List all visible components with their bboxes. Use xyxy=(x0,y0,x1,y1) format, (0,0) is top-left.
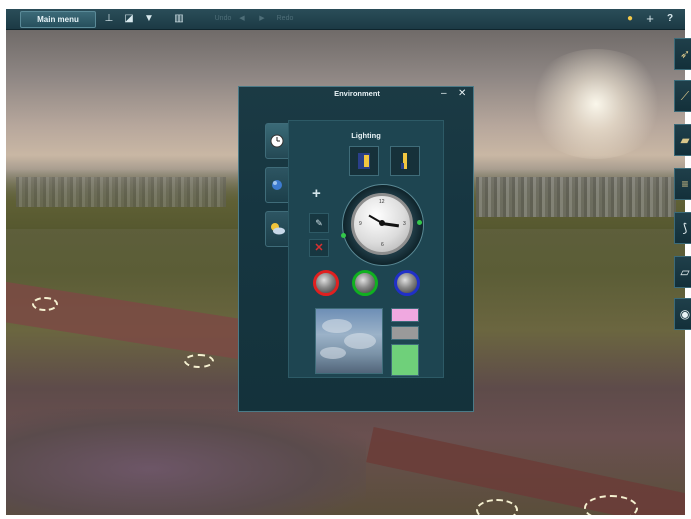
edit-keyframe-button[interactable]: ✎ xyxy=(309,213,329,233)
heather-field xyxy=(6,409,366,515)
weather-icon xyxy=(272,180,282,190)
tab-weather[interactable] xyxy=(265,167,289,203)
chat-icon[interactable]: ● xyxy=(623,12,637,26)
track-marker[interactable] xyxy=(184,354,214,368)
close-button[interactable]: ✕ xyxy=(458,89,466,99)
dirt-road-lower xyxy=(366,426,685,515)
cloud xyxy=(320,347,346,359)
lighting-panel: Lighting + ✎ ✕ 12 3 6 9 xyxy=(288,120,444,378)
track-marker[interactable] xyxy=(32,297,58,311)
green-light-dial[interactable] xyxy=(352,270,378,296)
layer-icon[interactable]: ▱ xyxy=(674,256,691,288)
undo-arrow-icon[interactable]: ◀ xyxy=(235,12,249,26)
tab-clock[interactable] xyxy=(265,123,289,159)
track-marker[interactable] xyxy=(476,499,518,515)
target-icon[interactable]: ◉ xyxy=(674,298,691,330)
add-icon[interactable]: + xyxy=(643,12,657,26)
terrain-tool-icon[interactable]: ⊥ xyxy=(102,12,116,26)
top-toolbar: Main menu ⊥ ◪ ▼ ▥ Undo ◀ ▶ Redo ● + ? xyxy=(6,9,685,30)
sun-glow xyxy=(526,49,666,159)
clock-number: 12 xyxy=(379,199,385,205)
wagon-icon[interactable]: ▰ xyxy=(674,124,691,156)
cloud xyxy=(344,333,376,349)
clock-indicator-right xyxy=(417,220,422,225)
sky-icon xyxy=(271,223,285,235)
redo-button[interactable]: Redo xyxy=(274,12,296,26)
sun-icon xyxy=(401,153,407,169)
track-marker[interactable] xyxy=(584,495,638,515)
environment-dialog: Environment – ✕ Lighting + ✎ ✕ 12 3 6 9 xyxy=(238,86,474,412)
minimize-button[interactable]: – xyxy=(441,89,447,99)
main-menu-button[interactable]: Main menu xyxy=(20,11,96,28)
clock-icon xyxy=(270,134,284,148)
track-icon[interactable]: ⟋ xyxy=(674,80,691,112)
clock-indicator-left xyxy=(341,233,346,238)
clock-number: 9 xyxy=(359,221,362,227)
undo-button[interactable]: Undo xyxy=(212,12,234,26)
cloud xyxy=(322,319,352,333)
ladder-icon[interactable]: ≡ xyxy=(674,168,691,200)
delete-keyframe-button[interactable]: ✕ xyxy=(309,239,329,257)
red-light-dial[interactable] xyxy=(313,270,339,296)
clock-center xyxy=(379,220,385,226)
redo-arrow-icon[interactable]: ▶ xyxy=(255,12,269,26)
filter-icon[interactable]: ▼ xyxy=(142,12,156,26)
blue-light-dial[interactable] xyxy=(394,270,420,296)
shadow-color-swatch[interactable] xyxy=(391,326,419,340)
light-preset-day-button[interactable] xyxy=(390,146,420,176)
add-keyframe-button[interactable]: + xyxy=(312,186,321,201)
wrench-icon[interactable]: ⟆ xyxy=(674,212,691,244)
fog-color-swatch[interactable] xyxy=(391,344,419,376)
clock-number: 6 xyxy=(381,242,384,248)
sky-color-preview[interactable] xyxy=(315,308,383,374)
tree-line xyxy=(476,177,676,217)
clock-number: 3 xyxy=(403,221,406,227)
tree-line-left xyxy=(16,177,226,207)
light-preset-night-button[interactable] xyxy=(349,146,379,176)
layers-icon[interactable]: ▥ xyxy=(172,12,186,26)
tab-sky[interactable] xyxy=(265,211,289,247)
dialog-title: Environment xyxy=(334,89,380,98)
moon-icon xyxy=(358,153,370,169)
ambient-color-swatch[interactable] xyxy=(391,308,419,322)
help-icon[interactable]: ? xyxy=(663,12,677,26)
edit-tool-icon[interactable]: ◪ xyxy=(122,12,136,26)
train-icon[interactable]: ➶ xyxy=(674,38,691,70)
section-label: Lighting xyxy=(351,131,381,140)
